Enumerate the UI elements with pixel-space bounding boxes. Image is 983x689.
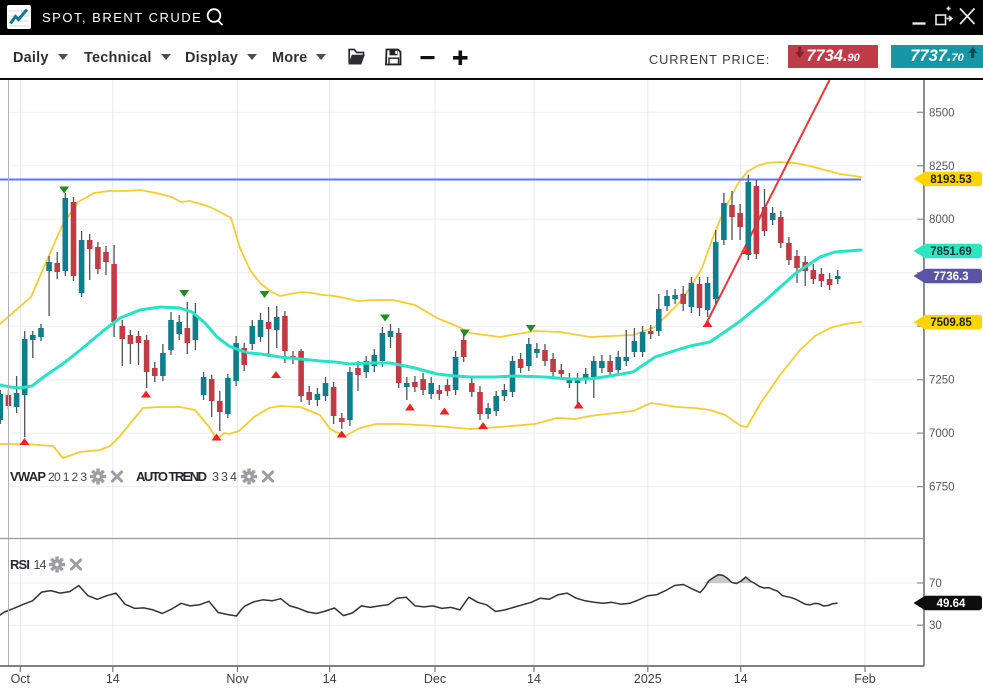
svg-text:3 3 4: 3 3 4	[212, 470, 237, 484]
svg-text:8000: 8000	[929, 214, 955, 226]
svg-text:RSI: RSI	[10, 557, 30, 572]
svg-text:7851.69: 7851.69	[930, 246, 972, 258]
svg-text:30: 30	[929, 620, 942, 632]
svg-text:14: 14	[734, 672, 748, 686]
svg-text:Oct: Oct	[11, 672, 31, 686]
svg-text:Feb: Feb	[854, 672, 876, 686]
svg-text:7250: 7250	[929, 375, 955, 387]
svg-text:20 1 2 3: 20 1 2 3	[48, 470, 87, 484]
svg-text:14: 14	[323, 672, 337, 686]
svg-text:7509.85: 7509.85	[930, 317, 972, 329]
svg-text:2025: 2025	[634, 672, 662, 686]
svg-text:14: 14	[527, 672, 541, 686]
svg-text:14: 14	[34, 558, 47, 572]
svg-text:8193.53: 8193.53	[930, 174, 972, 186]
svg-text:Dec: Dec	[424, 672, 446, 686]
svg-text:14: 14	[106, 672, 120, 686]
svg-text:Nov: Nov	[226, 672, 249, 686]
svg-text:8250: 8250	[929, 161, 955, 173]
svg-text:70: 70	[929, 578, 942, 590]
svg-text:8500: 8500	[929, 107, 955, 119]
svg-text:6750: 6750	[929, 482, 955, 494]
svg-text:VWAP: VWAP	[10, 469, 46, 484]
svg-text:7736.3: 7736.3	[933, 271, 968, 283]
svg-text:49.64: 49.64	[937, 598, 966, 610]
svg-text:7000: 7000	[929, 428, 955, 440]
svg-text:AUTO TREND: AUTO TREND	[136, 469, 207, 484]
svg-text:SPOT, BRENT CRUDE: SPOT, BRENT CRUDE	[42, 10, 202, 25]
